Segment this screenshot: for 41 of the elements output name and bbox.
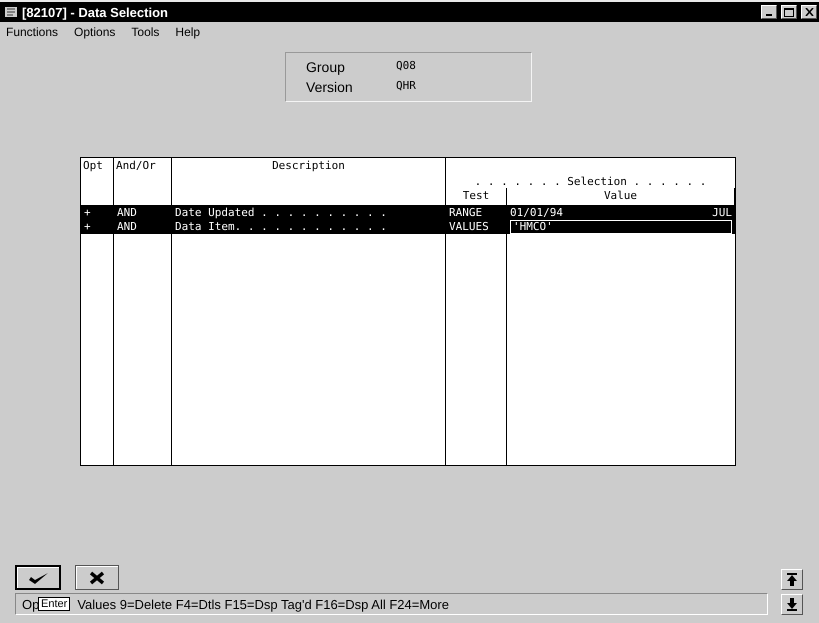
scroll-bottom-button[interactable] bbox=[781, 594, 803, 615]
column-header: Value bbox=[604, 189, 638, 202]
table-cell: + bbox=[81, 220, 114, 234]
arrow-down-to-line-icon bbox=[786, 598, 798, 611]
menu-item[interactable]: Help bbox=[175, 25, 200, 39]
scroll-top-button[interactable] bbox=[781, 569, 803, 590]
close-icon bbox=[89, 570, 105, 584]
menu-item[interactable]: Functions bbox=[6, 25, 58, 39]
field-label: Group bbox=[306, 59, 346, 75]
cancel-button[interactable] bbox=[75, 565, 119, 590]
table-cell: Data Item. . . . . . . . . . . . bbox=[172, 220, 446, 234]
table-cell: VALUES bbox=[446, 220, 507, 234]
table-cell: RANGE bbox=[446, 206, 507, 220]
value-field[interactable]: 'HMCO' bbox=[510, 220, 732, 234]
field-label: Version bbox=[306, 79, 354, 95]
close-icon bbox=[804, 8, 814, 16]
arrow-up-to-line-icon bbox=[786, 573, 798, 586]
menu-item[interactable]: Options bbox=[74, 25, 116, 39]
table-cell: Date Updated . . . . . . . . . . bbox=[172, 206, 446, 220]
table-cell: AND bbox=[114, 206, 172, 220]
minimize-button[interactable] bbox=[761, 5, 777, 19]
column-header: And/Or bbox=[116, 159, 156, 172]
table-cell: AND bbox=[114, 220, 172, 234]
column-group-header: . . . . . . . Selection . . . . . . bbox=[474, 175, 706, 188]
field-value: Q08 bbox=[396, 59, 417, 74]
table-cell: 01/01/94 JUL bbox=[507, 206, 735, 220]
app-icon bbox=[4, 5, 18, 19]
menu-item[interactable]: Tools bbox=[131, 25, 160, 39]
column-header: Description bbox=[272, 159, 345, 172]
table-cell: + bbox=[81, 206, 114, 220]
status-text: Values 9=Delete F4=Dtls F15=Dsp Tag'd F16=Dsp All F24=More bbox=[77, 596, 449, 612]
column-header: Test bbox=[462, 189, 490, 202]
field-value: QHR bbox=[396, 79, 417, 94]
close-button[interactable] bbox=[801, 5, 817, 19]
tooltip: Enter bbox=[38, 597, 70, 611]
maximize-icon bbox=[784, 8, 794, 16]
ok-button[interactable] bbox=[15, 565, 61, 590]
window-title: [82107] - Data Selection bbox=[22, 4, 169, 20]
column-header: Opt bbox=[83, 159, 103, 172]
maximize-button[interactable] bbox=[781, 5, 797, 19]
checkmark-icon bbox=[27, 570, 49, 584]
